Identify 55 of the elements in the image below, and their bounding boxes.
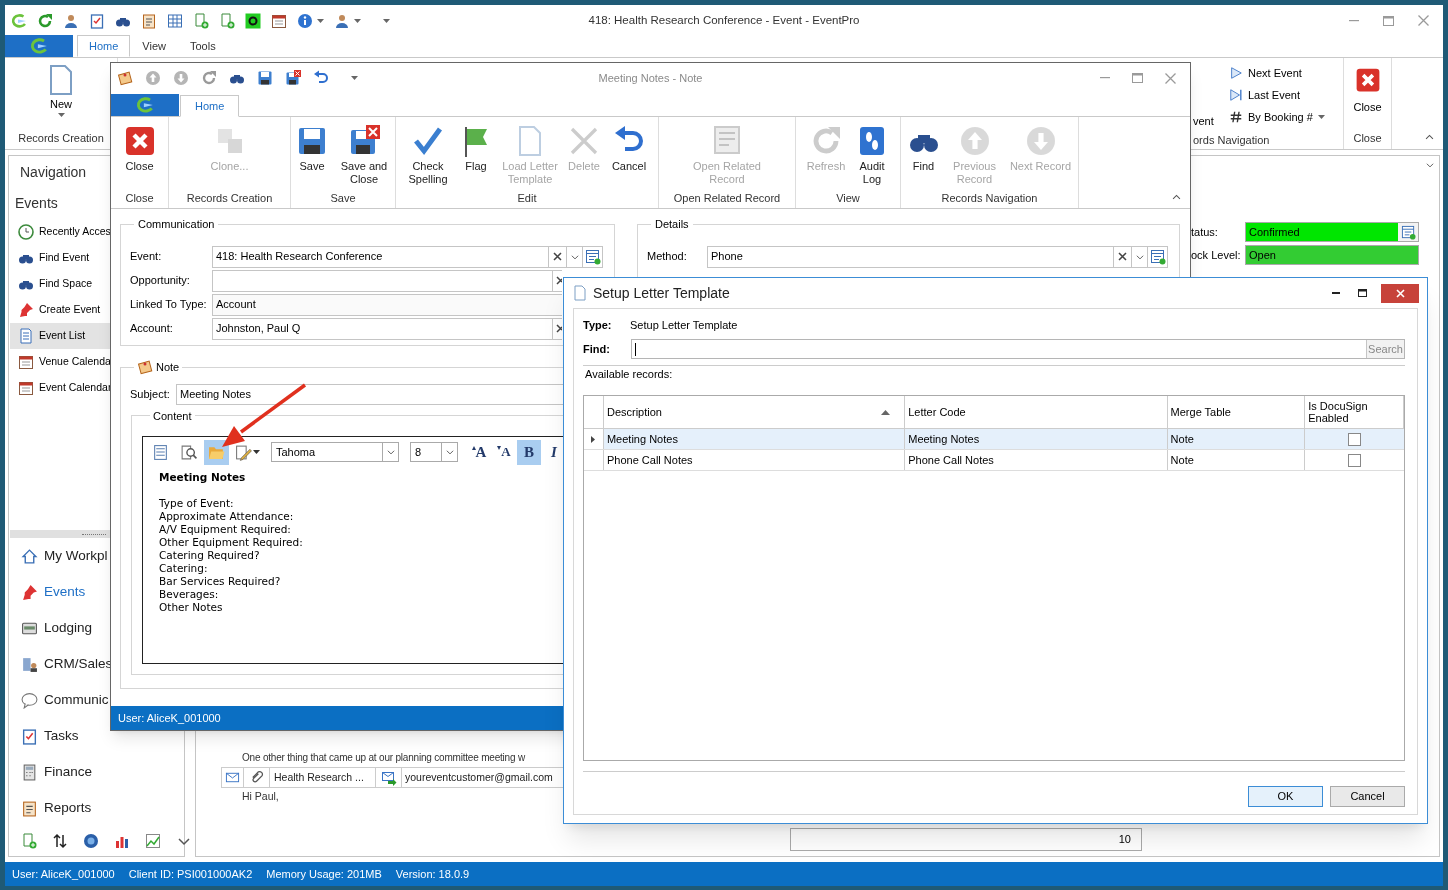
group-label: Edit	[516, 190, 538, 206]
note-line: A/V Equipment Required:	[159, 523, 292, 536]
table-cell: Meeting Notes	[905, 429, 1168, 449]
note-line: Other Notes	[159, 601, 224, 614]
field-label: Linked To Type:	[130, 297, 208, 313]
section-title: Events	[15, 194, 58, 213]
window-title: 418: Health Research Conference - Event - EventPro	[588, 12, 860, 28]
table-cell: Phone Call Notes	[603, 450, 906, 470]
table-cell: Health Research ...	[270, 768, 376, 787]
group-title: Communication	[137, 217, 216, 232]
note-line: Type of Event:	[159, 497, 235, 510]
note-line: Other Equipment Required:	[159, 536, 304, 549]
table-cell: Note	[1167, 429, 1306, 449]
group-title: Note	[156, 360, 180, 375]
group-label: View	[835, 190, 861, 206]
group-label: Save	[329, 190, 357, 206]
status-text: Version: 18.0.9	[395, 866, 470, 882]
note-line: Catering Required?	[159, 549, 261, 562]
table-cell: Meeting Notes	[603, 429, 906, 449]
field-label: tatus:	[1191, 224, 1218, 240]
group-label: Records Creation	[18, 130, 104, 146]
field-label: ock Level:	[1191, 247, 1241, 263]
field-label: Find:	[583, 341, 611, 357]
email-text: Hi Paul,	[241, 789, 280, 805]
note-line: Catering:	[159, 562, 209, 575]
field-label: Account:	[130, 321, 174, 337]
field-label: Subject:	[130, 386, 171, 402]
group-label: Records Creation	[185, 190, 274, 206]
dialog-title: Setup Letter Template	[593, 283, 730, 303]
group-label: Close	[1353, 130, 1382, 146]
window-title: Meeting Notes - Note	[598, 70, 703, 86]
field-label: Method:	[647, 249, 688, 265]
type-value: Setup Letter Template	[630, 317, 738, 333]
note-line: Approximate Attendance:	[159, 510, 295, 523]
group-title: Content	[152, 408, 193, 424]
note-heading: Meeting Notes	[159, 471, 247, 484]
status-text: Memory Usage: 201MB	[266, 866, 382, 882]
status-text: Client ID: PSI001000AK2	[128, 866, 253, 882]
table-cell: Phone Call Notes	[905, 450, 1168, 470]
status-text: User: AliceK_001000	[12, 866, 115, 882]
field-label: Type:	[583, 317, 613, 333]
note-line: Bar Services Required?	[159, 575, 282, 588]
group-label: Close	[124, 190, 155, 206]
table-cell: Note	[1167, 450, 1306, 470]
group-title: Details	[654, 217, 690, 232]
email-text: One other thing that came up at our planning committee meeting w	[241, 750, 526, 765]
field-label: Event:	[130, 249, 163, 265]
group-label: Records Navigation	[940, 190, 1039, 206]
table-cell-text: youreventcustomer@gmail.com	[404, 769, 554, 785]
panel-title: Navigation	[20, 162, 87, 182]
group-label: Open Related Record	[672, 190, 782, 206]
group-label: ords Navigation	[1193, 133, 1271, 148]
section-label: Available records:	[584, 366, 674, 382]
note-line: Beverages:	[159, 588, 220, 601]
field-label: Opportunity:	[130, 273, 191, 289]
